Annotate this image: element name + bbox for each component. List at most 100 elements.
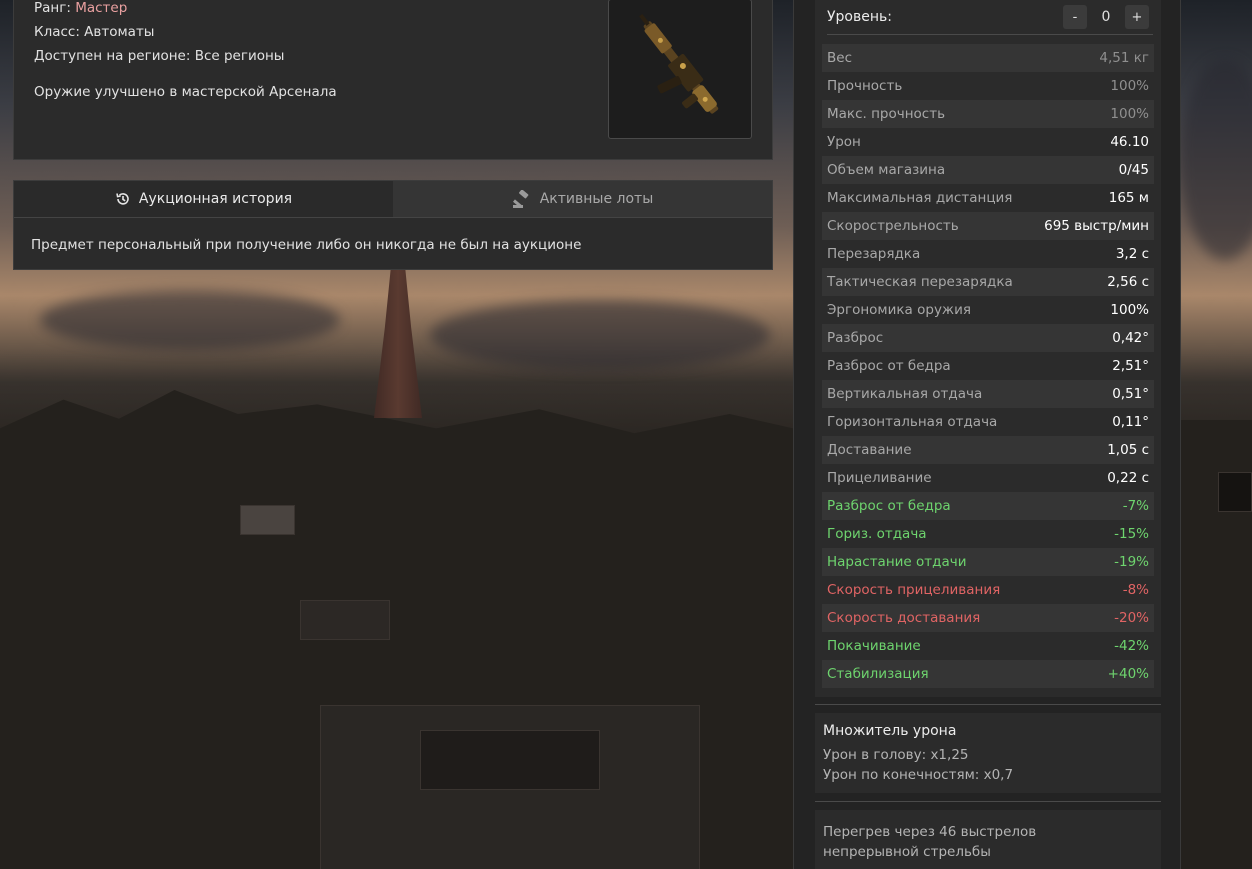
stat-name: Вес	[827, 50, 852, 66]
stat-name: Разброс	[827, 330, 884, 346]
stat-row: Урон 46.10	[822, 128, 1154, 156]
stat-row: Эргономика оружия 100%	[822, 296, 1154, 324]
gavel-icon	[512, 190, 529, 208]
stat-value: +40%	[1107, 666, 1149, 682]
history-tabs: Аукционная история Активные лоты	[14, 181, 772, 218]
stat-value: -20%	[1114, 610, 1149, 626]
stat-value: 0,11°	[1112, 414, 1149, 430]
stat-value: 695 выстр/мин	[1044, 218, 1149, 234]
tab-active-lots-label: Активные лоты	[539, 191, 654, 207]
stat-row: Разброс от бедра -7%	[822, 492, 1154, 520]
stat-row: Прицеливание 0,22 с	[822, 464, 1154, 492]
tower-silhouette	[374, 268, 422, 418]
stat-row: Покачивание -42%	[822, 632, 1154, 660]
stat-value: 100%	[1110, 78, 1149, 94]
stat-value: 2,56 с	[1107, 274, 1149, 290]
stat-row: Тактическая перезарядка 2,56 с	[822, 268, 1154, 296]
stat-name: Стабилизация	[827, 666, 929, 682]
stat-row: Скорость прицеливания -8%	[822, 576, 1154, 604]
stats-card: Уровень: - 0 + Вес 4,51 кг Прочность 100% Ма…	[815, 0, 1161, 697]
stat-value: 3,2 с	[1115, 246, 1149, 262]
history-message: Предмет персональный при получение либо …	[31, 237, 582, 253]
rank-value: Мастер	[75, 0, 128, 16]
stat-name: Перезарядка	[827, 246, 921, 262]
stat-value: 165 м	[1108, 190, 1149, 206]
damage-multiplier-card: Множитель урона Урон в голову: x1,25 Уро…	[815, 713, 1161, 793]
stat-name: Разброс от бедра	[827, 498, 951, 514]
stat-value: 2,51°	[1112, 358, 1149, 374]
tab-auction-history[interactable]: Аукционная история	[14, 181, 393, 217]
stat-name: Скорострельность	[827, 218, 959, 234]
stat-name: Гориз. отдача	[827, 526, 927, 542]
stat-value: 1,05 с	[1107, 442, 1149, 458]
region-line: Доступен на регионе: Все регионы	[34, 48, 285, 64]
stat-name: Эргономика оружия	[827, 302, 971, 318]
weapon-image	[608, 0, 752, 139]
damage-multiplier-title: Множитель урона	[823, 723, 957, 739]
stat-value: 46.10	[1110, 134, 1149, 150]
stat-value: -7%	[1122, 498, 1149, 514]
head-damage: Урон в голову: x1,25	[823, 747, 969, 763]
stat-row: Максимальная дистанция 165 м	[822, 184, 1154, 212]
upgrade-note: Оружие улучшено в мастерской Арсенала	[34, 84, 337, 100]
level-value: 0	[1101, 9, 1111, 25]
auction-history-panel: Аукционная история Активные лоты Предмет…	[13, 180, 773, 270]
stat-name: Нарастание отдачи	[827, 554, 967, 570]
stat-name: Доставание	[827, 442, 912, 458]
stat-value: -8%	[1122, 582, 1149, 598]
level-row: Уровень: - 0 +	[827, 0, 1153, 35]
tab-active-lots[interactable]: Активные лоты	[393, 181, 772, 217]
item-info-panel: Ранг: Мастер Класс: Автоматы Доступен на…	[13, 0, 773, 160]
stat-name: Разброс от бедра	[827, 358, 951, 374]
limb-damage: Урон по конечностям: x0,7	[823, 767, 1014, 783]
stat-row: Разброс от бедра 2,51°	[822, 352, 1154, 380]
stat-row: Нарастание отдачи -19%	[822, 548, 1154, 576]
stat-row: Прочность 100%	[822, 72, 1154, 100]
stat-row: Скорострельность 695 выстр/мин	[822, 212, 1154, 240]
divider	[815, 704, 1161, 705]
stat-name: Тактическая перезарядка	[827, 274, 1013, 290]
overheat-line-1: Перегрев через 46 выстрелов	[823, 824, 1037, 840]
stat-row: Гориз. отдача -15%	[822, 520, 1154, 548]
stat-name: Прочность	[827, 78, 903, 94]
stats-column: Уровень: - 0 + Вес 4,51 кг Прочность 100% Ма…	[793, 0, 1181, 869]
tab-auction-history-label: Аукционная история	[138, 191, 293, 207]
divider	[815, 801, 1161, 802]
rank-label: Ранг:	[34, 0, 71, 16]
history-icon	[116, 193, 129, 205]
stat-value: 100%	[1110, 106, 1149, 122]
stat-name: Объем магазина	[827, 162, 946, 178]
stat-name: Максимальная дистанция	[827, 190, 1013, 206]
stat-name: Урон	[827, 134, 861, 150]
stat-row: Горизонтальная отдача 0,11°	[822, 408, 1154, 436]
rifle-icon	[639, 13, 719, 114]
stat-value: -42%	[1114, 638, 1149, 654]
stats-list: Вес 4,51 кг Прочность 100% Макс. прочность 10…	[822, 44, 1154, 688]
overheat-card: Перегрев через 46 выстрелов непрерывной …	[815, 810, 1161, 869]
stat-row: Стабилизация +40%	[822, 660, 1154, 688]
level-label: Уровень:	[827, 9, 892, 25]
stat-value: -15%	[1114, 526, 1149, 542]
stat-name: Скорость прицеливания	[827, 582, 1001, 598]
rank-line: Ранг: Мастер	[34, 0, 127, 16]
stat-name: Горизонтальная отдача	[827, 414, 998, 430]
stat-row: Доставание 1,05 с	[822, 436, 1154, 464]
stat-value: 0,22 с	[1107, 470, 1149, 486]
level-decrease-button[interactable]: -	[1063, 5, 1087, 29]
stat-value: -19%	[1114, 554, 1149, 570]
stat-name: Покачивание	[827, 638, 921, 654]
stat-row: Разброс 0,42°	[822, 324, 1154, 352]
stat-value: 0,42°	[1112, 330, 1149, 346]
stat-name: Вертикальная отдача	[827, 386, 983, 402]
overheat-line-2: непрерывной стрельбы	[823, 844, 991, 860]
stat-name: Прицеливание	[827, 470, 932, 486]
stat-row: Макс. прочность 100%	[822, 100, 1154, 128]
level-increase-button[interactable]: +	[1125, 5, 1149, 29]
stat-value: 100%	[1110, 302, 1149, 318]
class-line: Класс: Автоматы	[34, 24, 155, 40]
stat-row: Скорость доставания -20%	[822, 604, 1154, 632]
stat-row: Объем магазина 0/45	[822, 156, 1154, 184]
stat-name: Скорость доставания	[827, 610, 981, 626]
stat-row: Перезарядка 3,2 с	[822, 240, 1154, 268]
stat-value: 4,51 кг	[1099, 50, 1149, 66]
